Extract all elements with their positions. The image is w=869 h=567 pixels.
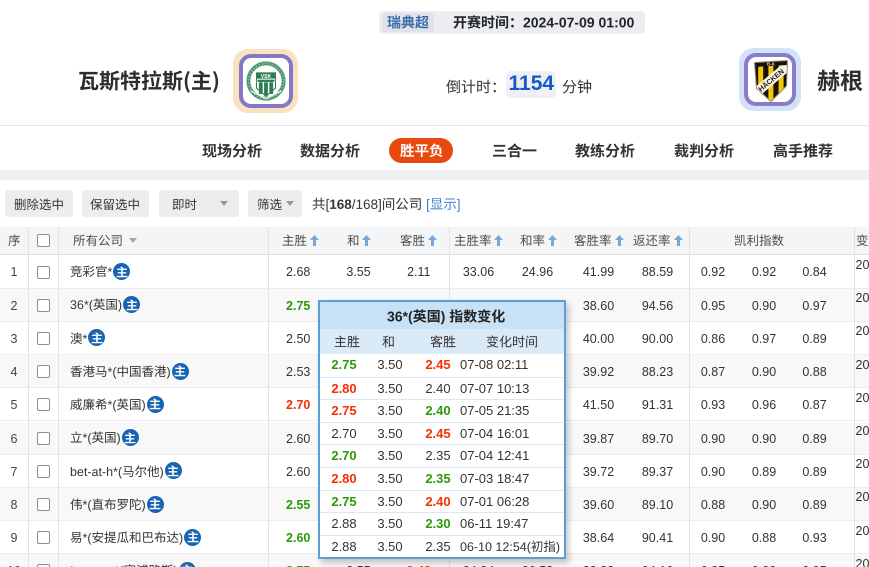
svg-text:VSK: VSK bbox=[260, 73, 271, 79]
svg-text:B-K: B-K bbox=[766, 62, 775, 67]
